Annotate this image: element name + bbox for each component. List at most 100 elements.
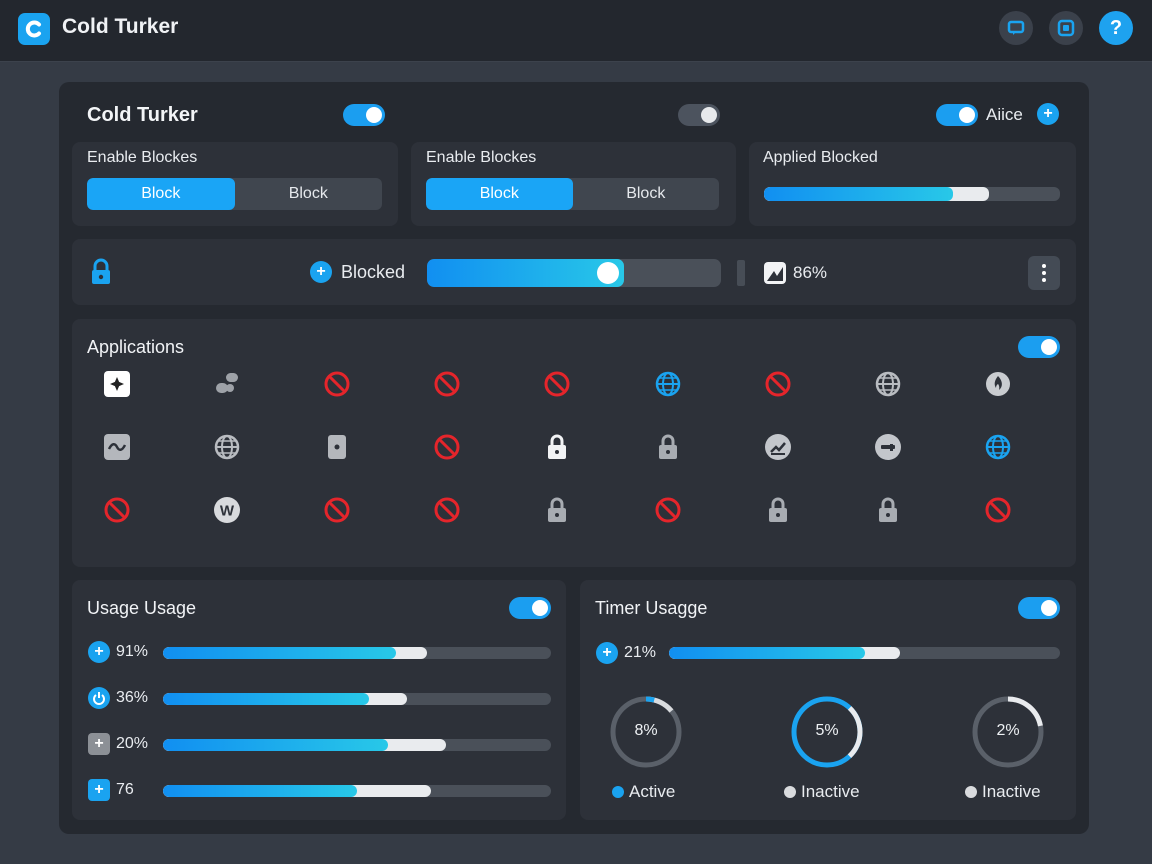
timer-progress (669, 647, 1060, 659)
block-option-2[interactable]: Block (235, 178, 383, 210)
add-user-button[interactable]: + (1037, 103, 1059, 125)
timer-card: Timer Usagge + 21% 8% Active 5% Inactive 2% I… (580, 580, 1076, 820)
ring-value: 5% (815, 722, 839, 739)
usage-toggle[interactable] (509, 597, 551, 619)
blocked-icon[interactable] (432, 369, 462, 399)
app-pills-icon[interactable] (212, 369, 242, 399)
blocked-icon[interactable] (983, 495, 1013, 525)
legend-dot (965, 786, 977, 798)
progress-fill (163, 693, 369, 705)
progress-fill (669, 647, 865, 659)
app-title: Cold Turker (62, 15, 179, 38)
slider-handle[interactable] (597, 262, 619, 284)
progress-fill (764, 187, 954, 201)
blocked-row: + Blocked 86% (72, 239, 1076, 305)
window-button[interactable] (1049, 11, 1083, 45)
enable-blocks-card-2: Enable Blockes Block Block (411, 142, 736, 226)
applications-card: Applications W (72, 319, 1076, 567)
applied-blocked-card: Applied Blocked (749, 142, 1076, 226)
usage-value: 20% (116, 735, 149, 752)
plus-icon: + (316, 263, 326, 280)
legend-dot (612, 786, 624, 798)
app-logo-icon (18, 13, 50, 45)
app-key-icon[interactable] (873, 432, 903, 462)
power-icon[interactable] (88, 687, 110, 709)
middle-toggle[interactable] (678, 104, 720, 126)
chat-icon (1007, 20, 1025, 35)
lock-icon[interactable] (653, 432, 683, 462)
app-chart-icon[interactable] (763, 432, 793, 462)
title-toggle[interactable] (343, 104, 385, 126)
app-wave-icon[interactable] (102, 432, 132, 462)
enable-blocks-label: Enable Blockes (426, 149, 537, 166)
usage-title: Usage Usage (87, 598, 197, 618)
lock-icon[interactable] (763, 495, 793, 525)
timer-add-button[interactable]: + (596, 642, 618, 664)
lock-icon[interactable] (873, 495, 903, 525)
lock-icon (86, 257, 116, 287)
usage-progress-bar (163, 647, 551, 659)
usage-progress-bar (163, 785, 551, 797)
block-option-1[interactable]: Block (87, 178, 235, 210)
app-device-icon[interactable] (322, 432, 352, 462)
usage-progress-bar (163, 739, 551, 751)
chat-button[interactable] (999, 11, 1033, 45)
usage-card: Usage Usage +91% 36% +20% +76 (72, 580, 566, 820)
blocked-icon[interactable] (542, 369, 572, 399)
blocked-slider[interactable] (427, 259, 721, 287)
lock-icon[interactable] (542, 432, 572, 462)
wordpress-icon[interactable]: W (212, 495, 242, 525)
user-name: Aiice (986, 105, 1023, 124)
usage-value: 36% (116, 689, 149, 706)
app-diamond-icon[interactable] (102, 369, 132, 399)
timer-title: Timer Usagge (595, 598, 708, 618)
plus-icon: + (1043, 105, 1053, 122)
blocked-icon[interactable] (102, 495, 132, 525)
plus-square-icon[interactable]: + (88, 779, 110, 801)
window-icon (1057, 19, 1075, 37)
globe-icon[interactable] (212, 432, 242, 462)
blocked-icon[interactable] (322, 495, 352, 525)
plus-square-icon[interactable]: + (88, 733, 110, 755)
globe-icon[interactable] (873, 369, 903, 399)
plus-icon[interactable]: + (88, 641, 110, 663)
divider (737, 260, 745, 286)
chart-app-icon (760, 258, 790, 288)
flame-icon[interactable] (983, 369, 1013, 399)
progress-fill (163, 785, 357, 797)
add-blocked-button[interactable]: + (310, 261, 332, 283)
blocked-icon[interactable] (763, 369, 793, 399)
user-toggle[interactable] (936, 104, 978, 126)
globe-icon[interactable] (653, 369, 683, 399)
ring-legend-label: Inactive (801, 782, 860, 801)
usage-value: 76 (116, 781, 134, 798)
enable-blocks-label: Enable Blockes (87, 149, 198, 166)
blocked-label: Blocked (341, 262, 406, 282)
help-button[interactable]: ? (1099, 11, 1133, 45)
panel-title: Cold Turker (87, 104, 198, 126)
applied-blocked-progress (764, 187, 1060, 201)
blocked-icon[interactable] (432, 432, 462, 462)
globe-icon[interactable] (983, 432, 1013, 462)
timer-value: 21% (624, 644, 657, 661)
more-options-button[interactable] (1028, 256, 1060, 290)
timer-toggle[interactable] (1018, 597, 1060, 619)
block-segmented-control: Block Block (426, 178, 719, 210)
ring-value: 2% (996, 722, 1020, 739)
lock-icon[interactable] (542, 495, 572, 525)
ring-value: 8% (634, 722, 658, 739)
blocked-icon[interactable] (432, 495, 462, 525)
applied-blocked-label: Applied Blocked (763, 149, 878, 166)
progress-fill (163, 647, 396, 659)
usage-value: 91% (116, 643, 149, 660)
plus-icon: + (602, 644, 612, 661)
blocked-icon[interactable] (322, 369, 352, 399)
progress-fill (163, 739, 389, 751)
usage-progress-bar (163, 693, 551, 705)
blocked-icon[interactable] (653, 495, 683, 525)
applications-title: Applications (87, 337, 185, 357)
applications-toggle[interactable] (1018, 336, 1060, 358)
block-option-2[interactable]: Block (573, 178, 720, 210)
legend-dot (784, 786, 796, 798)
block-option-1[interactable]: Block (426, 178, 573, 210)
